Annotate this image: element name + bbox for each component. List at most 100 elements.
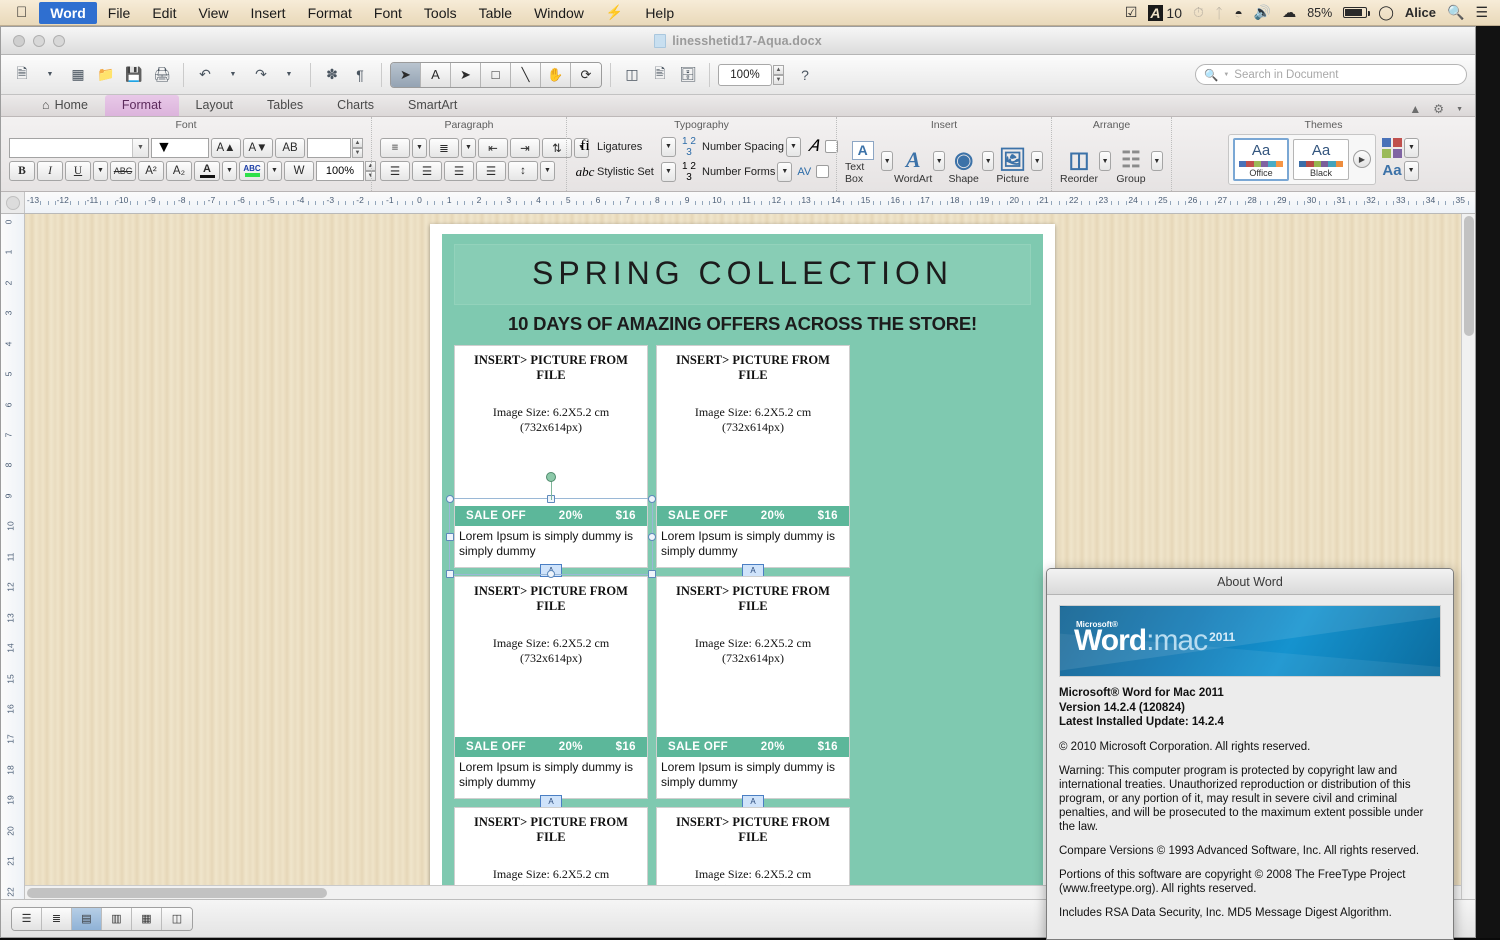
- menu-item-font[interactable]: Font: [363, 2, 413, 24]
- shape-dropdown[interactable]: ▼: [982, 151, 994, 171]
- theme-colors-icon[interactable]: [1382, 137, 1402, 158]
- line-spacing-button[interactable]: ↕: [508, 160, 538, 181]
- user-menu-label[interactable]: Alice: [1405, 5, 1436, 20]
- text-box-button[interactable]: A Text Box: [845, 141, 880, 185]
- card-sale-band[interactable]: SALE OFF 20% $16: [657, 506, 849, 526]
- menu-item-window[interactable]: Window: [523, 2, 595, 24]
- notification-center-icon[interactable]: ☰: [1475, 4, 1488, 21]
- wifi-icon[interactable]: ◓: [1234, 5, 1242, 21]
- theme-black[interactable]: Aa Black: [1293, 138, 1349, 180]
- theme-office[interactable]: Aa Office: [1233, 137, 1289, 181]
- select-tool[interactable]: ➤: [391, 62, 421, 87]
- shape-tool[interactable]: □: [481, 62, 511, 87]
- tab-layout[interactable]: Layout: [179, 95, 251, 116]
- vertical-ruler[interactable]: 01234567891011121314151617181920212223: [1, 214, 25, 899]
- volume-icon[interactable]: 🔊: [1254, 4, 1271, 21]
- ligatures-dropdown[interactable]: ▼: [661, 136, 676, 157]
- menu-item-tools[interactable]: Tools: [413, 2, 468, 24]
- search-input[interactable]: 🔍 ▼ Search in Document: [1195, 64, 1467, 85]
- font-color-button[interactable]: A: [194, 160, 220, 181]
- align-left-button[interactable]: ☰: [380, 160, 410, 181]
- clock-icon[interactable]: ◯: [1378, 4, 1394, 21]
- alfred-status-icon[interactable]: A 10: [1148, 4, 1182, 21]
- outline-view-button[interactable]: ≣: [42, 907, 72, 930]
- open-button[interactable]: 📁: [93, 62, 119, 88]
- card-description[interactable]: Lorem Ipsum is simply dummy is simply du…: [657, 526, 849, 567]
- hand-tool[interactable]: ✋: [541, 62, 571, 87]
- menu-item-format[interactable]: Format: [297, 2, 363, 24]
- apple-menu-icon[interactable]: : [0, 5, 39, 20]
- group-dropdown[interactable]: ▼: [1150, 151, 1163, 171]
- theme-fonts-dropdown[interactable]: ▼: [1403, 160, 1419, 181]
- ruler-corner[interactable]: [1, 192, 25, 213]
- document-page[interactable]: SPRING COLLECTION 10 DAYS OF AMAZING OFF…: [430, 224, 1055, 899]
- draft-view-button[interactable]: ☰: [12, 907, 42, 930]
- character-spacing-button[interactable]: AB: [275, 137, 305, 158]
- shape-button[interactable]: ◉ Shape: [946, 148, 981, 186]
- align-center-button[interactable]: ☰: [412, 160, 442, 181]
- search-dropdown-arrow[interactable]: ▼: [1223, 72, 1229, 78]
- picture-button[interactable]: 🖼 Picture: [995, 148, 1030, 186]
- vertical-scrollbar[interactable]: [1461, 214, 1475, 899]
- card-sale-band[interactable]: SALE OFF 20% $16: [657, 737, 849, 757]
- product-card[interactable]: INSERT> PICTURE FROM FILE Image Size: 6.2…: [656, 345, 850, 577]
- rotation-handle[interactable]: [546, 472, 556, 482]
- number-forms-dropdown[interactable]: ▼: [777, 161, 793, 182]
- character-spacing-stepper[interactable]: ▲ ▼: [352, 137, 363, 158]
- font-color-dropdown[interactable]: ▼: [222, 160, 237, 181]
- text-tool[interactable]: A: [421, 62, 451, 87]
- ligatures-label[interactable]: Ligatures: [597, 141, 659, 153]
- card-image-placeholder[interactable]: INSERT> PICTURE FROM FILE Image Size: 6.2…: [455, 577, 647, 737]
- print-layout-view-button[interactable]: ▥: [102, 907, 132, 930]
- tab-home[interactable]: ⌂ Home: [25, 95, 105, 116]
- product-card[interactable]: INSERT> PICTURE FROM FILE Image Size: 6.2…: [454, 576, 648, 808]
- rotate-tool[interactable]: ⟳: [571, 62, 601, 87]
- card-sale-band[interactable]: SALE OFF 20% $16: [455, 737, 647, 757]
- flyer-subtitle[interactable]: 10 DAYS OF AMAZING OFFERS ACROSS THE STO…: [454, 305, 1031, 345]
- superscript-button[interactable]: A²: [138, 160, 164, 181]
- numbered-list-dropdown[interactable]: ▼: [461, 137, 476, 158]
- about-dialog-title-bar[interactable]: About Word: [1047, 569, 1453, 595]
- reorder-button[interactable]: ◫ Reorder: [1060, 148, 1098, 186]
- new-document-button[interactable]: 🗎: [9, 62, 35, 88]
- menu-item-script-icon[interactable]: ⚡: [595, 1, 634, 24]
- card-image-placeholder[interactable]: INSERT> PICTURE FROM FILE Image Size: 6.2…: [657, 577, 849, 737]
- menu-item-insert[interactable]: Insert: [240, 2, 297, 24]
- bluetooth-icon[interactable]: ᛏ: [1215, 5, 1223, 21]
- time-machine-icon[interactable]: ⏱: [1193, 4, 1204, 21]
- linked-text-tool[interactable]: ➤: [451, 62, 481, 87]
- grow-font-button[interactable]: A▲: [211, 137, 241, 158]
- shrink-font-button[interactable]: A▼: [243, 137, 273, 158]
- align-right-button[interactable]: ☰: [444, 160, 474, 181]
- redo-dropdown-arrow[interactable]: ▼: [276, 62, 302, 88]
- underline-dropdown[interactable]: ▼: [93, 160, 108, 181]
- resize-handle[interactable]: [446, 570, 454, 578]
- resize-handle[interactable]: [648, 570, 656, 578]
- picture-dropdown[interactable]: ▼: [1031, 151, 1044, 171]
- new-dropdown-arrow[interactable]: ▼: [37, 62, 63, 88]
- theme-colors-dropdown[interactable]: ▼: [1404, 137, 1419, 158]
- selection-box[interactable]: [446, 495, 656, 578]
- reorder-dropdown[interactable]: ▼: [1098, 151, 1112, 171]
- save-button[interactable]: 💾: [121, 62, 147, 88]
- character-spacing-input[interactable]: [307, 137, 351, 158]
- tab-charts[interactable]: Charts: [320, 95, 391, 116]
- card-description[interactable]: Lorem Ipsum is simply dummy is simply du…: [455, 757, 647, 798]
- line-spacing-dropdown[interactable]: ▼: [540, 160, 555, 181]
- font-name-dropdown[interactable]: ▼: [132, 138, 148, 157]
- vertical-scroll-thumb[interactable]: [1464, 216, 1474, 336]
- menu-item-file[interactable]: File: [97, 2, 142, 24]
- subscript-button[interactable]: A₂: [166, 160, 192, 181]
- sidebar-toggle-button[interactable]: ◫: [619, 62, 645, 88]
- master-pages-button[interactable]: 🗄: [675, 62, 701, 88]
- zoom-level-input[interactable]: 100%: [718, 63, 772, 86]
- resize-handle[interactable]: [648, 532, 656, 541]
- decrease-indent-button[interactable]: ⇤: [478, 137, 508, 158]
- tab-smartart[interactable]: SmartArt: [391, 95, 474, 116]
- product-card[interactable]: INSERT> PICTURE FROM FILE Image Size: 6.2…: [446, 345, 656, 578]
- highlight-button[interactable]: ABC: [239, 160, 265, 181]
- extra-status-icon[interactable]: ☁: [1282, 4, 1296, 21]
- bulleted-list-dropdown[interactable]: ▼: [412, 137, 427, 158]
- horizontal-scale-input[interactable]: 100%: [316, 160, 364, 181]
- number-spacing-label[interactable]: Number Spacing: [702, 141, 784, 153]
